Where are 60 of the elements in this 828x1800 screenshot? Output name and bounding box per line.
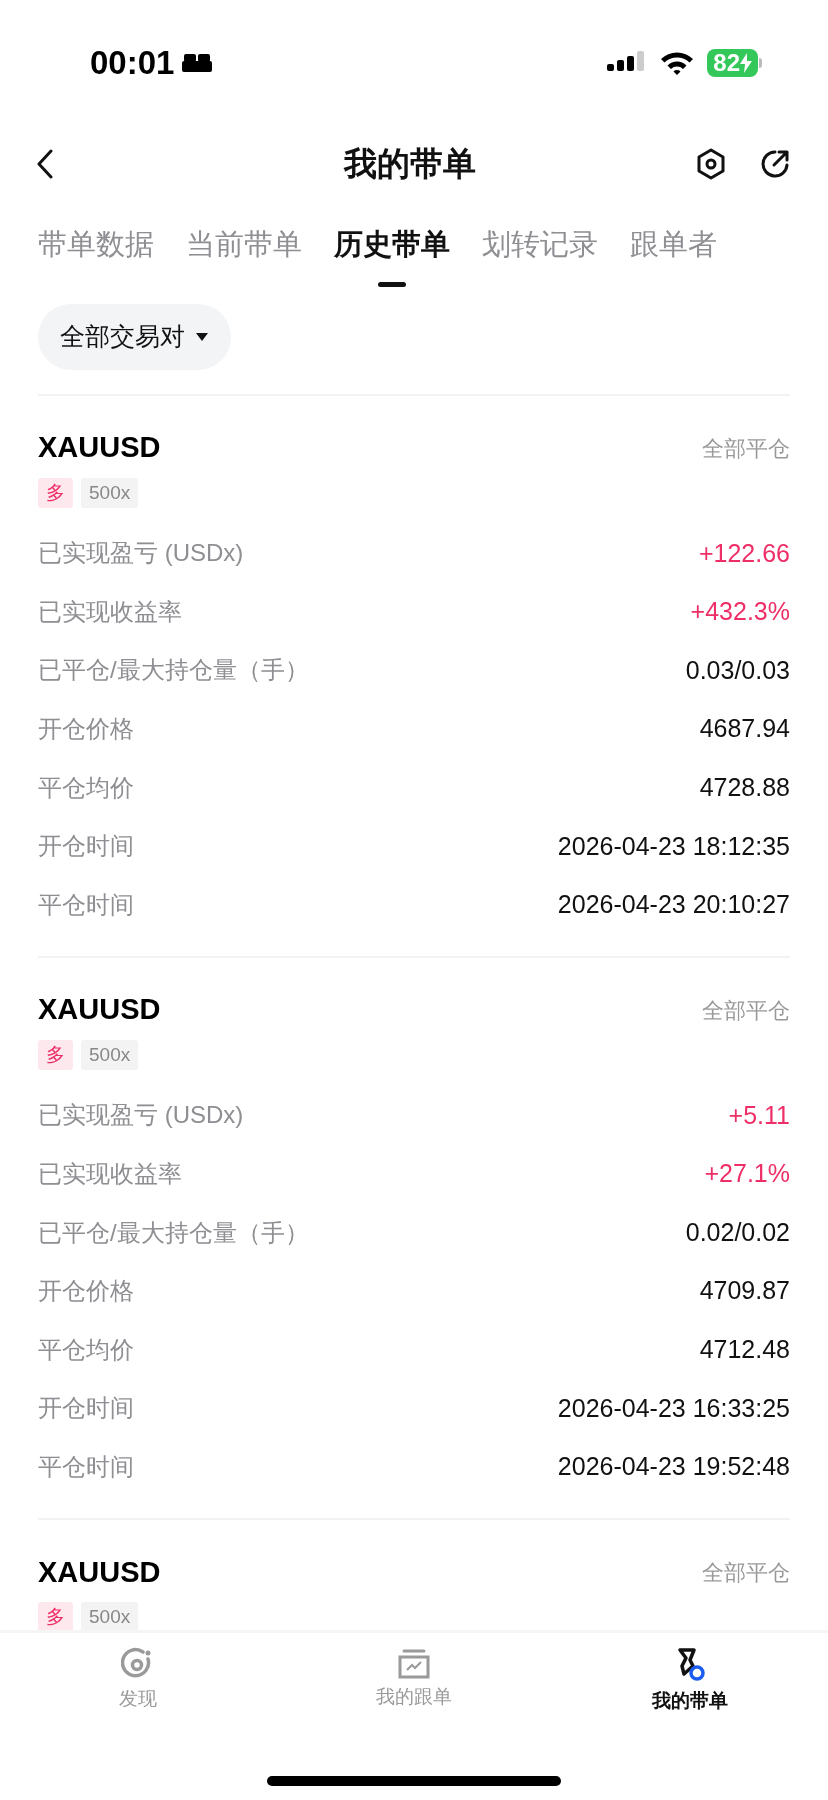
field-label: 平仓时间 <box>38 1452 134 1482</box>
leverage-tag: 500x <box>81 1602 139 1630</box>
close-status: 全部平仓 <box>702 1558 790 1587</box>
field-label: 开仓价格 <box>38 1276 134 1307</box>
settings-icon <box>696 148 726 180</box>
nav-tab[interactable]: 发现 <box>0 1647 276 1716</box>
field-value: 0.02/0.02 <box>685 1216 790 1248</box>
symbol-title: XAUUSD <box>38 992 161 1028</box>
tab[interactable]: 划转记录 <box>482 218 598 292</box>
field-value: 2026-04-23 16:33:25 <box>557 1392 790 1424</box>
field-value: 0.03/0.03 <box>685 654 790 686</box>
field-value: 2026-04-23 20:10:27 <box>557 889 790 921</box>
tab[interactable]: 跟单者 <box>630 218 717 292</box>
tab[interactable]: 历史带单 <box>334 218 450 292</box>
direction-tag: 多 <box>38 1040 73 1071</box>
field-value: 2026-04-23 19:52:48 <box>557 1451 790 1483</box>
field-label: 平仓均价 <box>38 772 134 803</box>
bed-icon <box>180 52 215 74</box>
wifi-icon <box>659 50 696 76</box>
close-status: 全部平仓 <box>702 996 790 1025</box>
direction-tag: 多 <box>38 1602 73 1630</box>
nav-tab[interactable]: 我的跟单 <box>276 1647 552 1716</box>
share-icon <box>759 148 791 180</box>
field-value: 4728.88 <box>699 771 790 803</box>
symbol-title: XAUUSD <box>38 430 161 466</box>
close-status: 全部平仓 <box>702 434 790 463</box>
nav-tab[interactable]: 我的带单 <box>552 1647 828 1716</box>
field-label: 开仓时间 <box>38 831 134 862</box>
field-value: +5.11 <box>728 1099 790 1131</box>
field-value: +122.66 <box>698 537 790 569</box>
field-label: 已实现盈亏 (USDx) <box>38 538 244 569</box>
field-label: 已实现收益率 <box>38 1159 182 1190</box>
field-label: 开仓价格 <box>38 714 134 745</box>
field-value: 4709.87 <box>699 1275 790 1307</box>
field-label: 已实现收益率 <box>38 596 182 627</box>
field-label: 平仓均价 <box>38 1334 134 1365</box>
status-time: 00:01 <box>90 43 175 84</box>
leverage-tag: 500x <box>81 1040 139 1071</box>
pair-filter-dropdown[interactable]: 全部交易对 <box>38 304 231 370</box>
field-label: 开仓时间 <box>38 1393 134 1424</box>
back-icon <box>36 149 54 179</box>
field-label: 已平仓/最大持仓量（手） <box>38 1217 309 1248</box>
field-value: 4687.94 <box>699 713 790 745</box>
page-title: 我的带单 <box>344 144 476 185</box>
field-value: +432.3% <box>690 596 790 628</box>
chart-card-icon <box>398 1647 430 1679</box>
field-label: 已实现盈亏 (USDx) <box>38 1100 244 1131</box>
battery-level: 82 <box>713 51 740 75</box>
field-label: 已平仓/最大持仓量（手） <box>38 655 309 686</box>
bolt-icon <box>740 53 752 73</box>
field-value: 4712.48 <box>699 1334 790 1366</box>
leverage-tag: 500x <box>81 478 139 508</box>
caret-icon <box>195 332 209 342</box>
field-value: 2026-04-23 18:12:35 <box>557 830 790 862</box>
field-value: +27.1% <box>704 1158 790 1190</box>
tab[interactable]: 当前带单 <box>186 218 302 292</box>
field-label: 平仓时间 <box>38 889 134 920</box>
tab[interactable]: 带单数据 <box>38 218 154 292</box>
direction-tag: 多 <box>38 478 73 508</box>
symbol-title: XAUUSD <box>38 1554 161 1590</box>
